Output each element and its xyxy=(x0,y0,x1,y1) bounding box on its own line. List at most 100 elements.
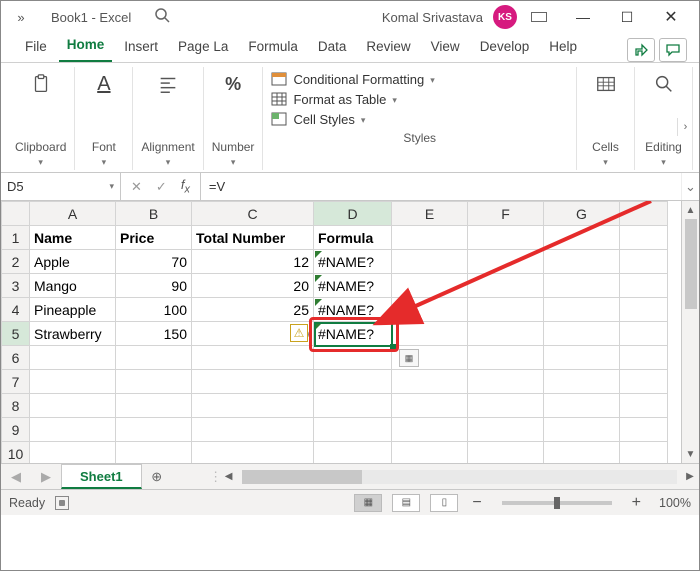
cell[interactable] xyxy=(544,250,620,274)
horizontal-scrollbar[interactable] xyxy=(242,470,677,484)
cell[interactable] xyxy=(544,442,620,464)
conditional-formatting-button[interactable]: Conditional Formatting▾ xyxy=(271,71,568,87)
ribbon-display-options[interactable] xyxy=(517,1,561,33)
expand-formula-bar-icon[interactable]: ⌄ xyxy=(681,173,699,200)
cell[interactable] xyxy=(116,346,192,370)
row-header-1[interactable]: 1 xyxy=(2,226,30,250)
cell[interactable]: 100 xyxy=(116,298,192,322)
cell[interactable]: #NAME? xyxy=(314,298,392,322)
cell[interactable] xyxy=(392,370,468,394)
cell[interactable] xyxy=(314,346,392,370)
cell[interactable]: Apple xyxy=(30,250,116,274)
cell[interactable] xyxy=(392,394,468,418)
enter-formula-icon[interactable]: ✓ xyxy=(156,179,167,195)
zoom-slider-thumb[interactable] xyxy=(554,497,560,509)
tab-file[interactable]: File xyxy=(17,33,55,62)
cell[interactable] xyxy=(468,298,544,322)
cell[interactable] xyxy=(620,322,668,346)
record-macro-icon[interactable] xyxy=(55,496,69,510)
comments-button[interactable] xyxy=(659,38,687,62)
cell[interactable] xyxy=(314,418,392,442)
col-header-g[interactable]: G xyxy=(544,202,620,226)
cell[interactable] xyxy=(392,442,468,464)
cell[interactable]: #NAME? xyxy=(314,274,392,298)
cell[interactable] xyxy=(468,274,544,298)
cell[interactable] xyxy=(620,370,668,394)
cell[interactable] xyxy=(544,298,620,322)
scroll-up-icon[interactable]: ▲ xyxy=(682,201,699,219)
row-header-10[interactable]: 10 xyxy=(2,442,30,464)
cell[interactable] xyxy=(468,370,544,394)
cell[interactable] xyxy=(30,418,116,442)
col-header-d[interactable]: D xyxy=(314,202,392,226)
row-header-3[interactable]: 3 xyxy=(2,274,30,298)
cell[interactable] xyxy=(468,346,544,370)
row-header-2[interactable]: 2 xyxy=(2,250,30,274)
cell[interactable]: Strawberry xyxy=(30,322,116,346)
col-header-b[interactable]: B xyxy=(116,202,192,226)
chevron-down-icon[interactable]: ▾ xyxy=(38,157,43,168)
cell[interactable]: 12 xyxy=(192,250,314,274)
tab-page-layout[interactable]: Page La xyxy=(170,33,236,62)
chevron-down-icon[interactable]: ▾ xyxy=(166,157,171,168)
cell[interactable]: Price xyxy=(116,226,192,250)
cell[interactable] xyxy=(30,346,116,370)
cancel-formula-icon[interactable]: ✕ xyxy=(131,179,142,195)
vertical-scrollbar[interactable]: ▲ ▼ xyxy=(681,201,699,463)
cell[interactable] xyxy=(392,322,468,346)
cell-styles-button[interactable]: Cell Styles▾ xyxy=(271,111,568,127)
cell[interactable] xyxy=(30,394,116,418)
tab-data[interactable]: Data xyxy=(310,33,355,62)
row-header-6[interactable]: 6 xyxy=(2,346,30,370)
view-page-break-button[interactable]: ▯ xyxy=(430,494,458,512)
row-header-4[interactable]: 4 xyxy=(2,298,30,322)
cell[interactable] xyxy=(116,394,192,418)
chevron-down-icon[interactable]: ▾ xyxy=(661,157,666,168)
cell[interactable] xyxy=(544,322,620,346)
tab-view[interactable]: View xyxy=(423,33,468,62)
cell[interactable]: Name xyxy=(30,226,116,250)
scroll-left-icon[interactable]: ◀ xyxy=(220,464,238,489)
chevron-down-icon[interactable]: ▾ xyxy=(102,157,107,168)
cell[interactable] xyxy=(314,394,392,418)
cell[interactable] xyxy=(544,226,620,250)
cell[interactable]: #NAME? xyxy=(314,250,392,274)
cell[interactable] xyxy=(392,274,468,298)
col-header-blank[interactable] xyxy=(620,202,668,226)
zoom-in-button[interactable]: + xyxy=(628,494,645,512)
search-icon[interactable] xyxy=(147,7,177,28)
cell[interactable] xyxy=(468,394,544,418)
name-box[interactable]: D5 ▾ xyxy=(1,173,121,200)
tab-help[interactable]: Help xyxy=(541,33,585,62)
next-sheet-icon[interactable]: ▶ xyxy=(31,464,61,489)
ribbon-collapse-icon[interactable]: › xyxy=(677,118,693,136)
chevron-down-icon[interactable]: ▾ xyxy=(231,157,236,168)
row-header-8[interactable]: 8 xyxy=(2,394,30,418)
cell[interactable] xyxy=(620,298,668,322)
zoom-out-button[interactable]: − xyxy=(468,494,485,512)
cell[interactable] xyxy=(468,250,544,274)
sheet-tab-active[interactable]: Sheet1 xyxy=(61,464,142,489)
cell[interactable]: 150 xyxy=(116,322,192,346)
cell[interactable] xyxy=(116,442,192,464)
minimize-button[interactable]: — xyxy=(561,1,605,33)
scrollbar-thumb[interactable] xyxy=(685,219,697,309)
cell[interactable] xyxy=(620,346,668,370)
cell[interactable] xyxy=(30,442,116,464)
cell[interactable] xyxy=(192,394,314,418)
cell[interactable] xyxy=(620,442,668,464)
cell[interactable] xyxy=(192,442,314,464)
fill-handle[interactable] xyxy=(390,344,396,350)
row-header-7[interactable]: 7 xyxy=(2,370,30,394)
cell[interactable]: Formula xyxy=(314,226,392,250)
cell[interactable]: 70 xyxy=(116,250,192,274)
cell[interactable] xyxy=(544,394,620,418)
row-header-5[interactable]: 5 xyxy=(2,322,30,346)
cell[interactable] xyxy=(620,226,668,250)
cell[interactable] xyxy=(620,394,668,418)
cell[interactable] xyxy=(192,370,314,394)
autofill-options-icon[interactable]: ▦ xyxy=(399,349,419,367)
cell[interactable] xyxy=(392,298,468,322)
share-button[interactable] xyxy=(627,38,655,62)
cell[interactable] xyxy=(620,250,668,274)
